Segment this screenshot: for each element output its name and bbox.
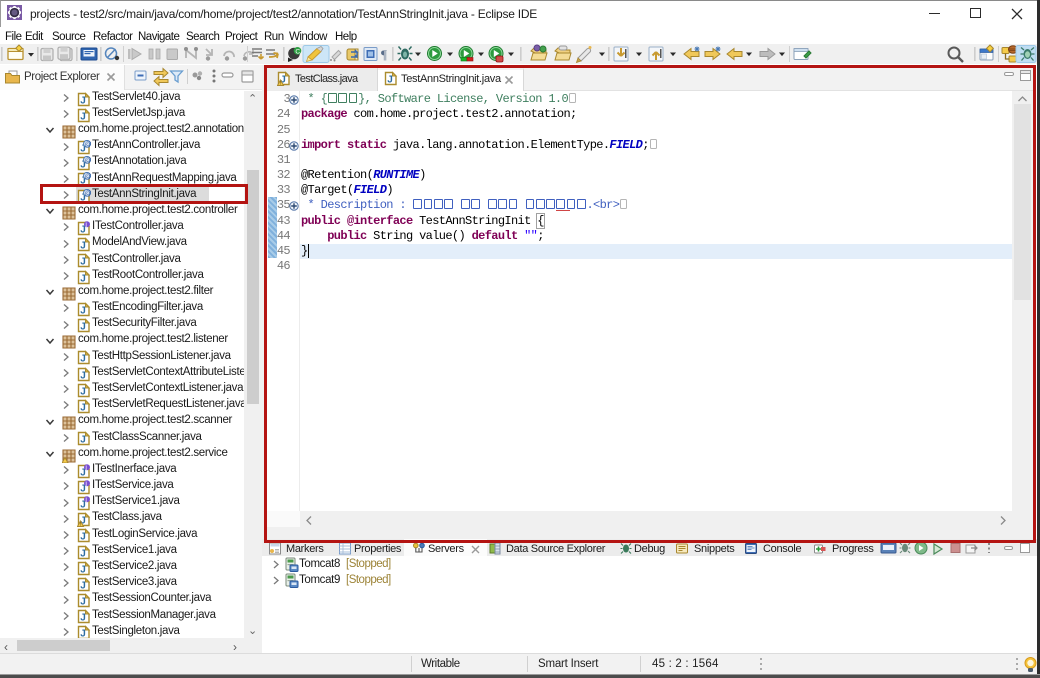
- svg-text:@: @: [85, 158, 91, 165]
- svg-text:@: @: [85, 142, 91, 149]
- svg-text:J: J: [80, 273, 86, 284]
- svg-text:J: J: [80, 564, 86, 575]
- svg-text:J: J: [80, 257, 86, 268]
- svg-text:J: J: [80, 386, 86, 397]
- svg-text:J: J: [80, 613, 86, 624]
- svg-text:I: I: [85, 222, 87, 229]
- svg-text:¶: ¶: [381, 47, 387, 62]
- svg-text:I: I: [85, 497, 87, 504]
- svg-text:J: J: [80, 322, 86, 333]
- svg-text:I: I: [85, 481, 87, 488]
- svg-text:J: J: [80, 548, 86, 559]
- svg-text:J: J: [80, 597, 86, 608]
- svg-text:I: I: [85, 464, 87, 471]
- svg-text:J: J: [80, 95, 86, 106]
- svg-text:J: J: [80, 370, 86, 381]
- svg-text:C: C: [295, 48, 300, 55]
- svg-text:J: J: [80, 402, 86, 413]
- svg-text:J: J: [80, 354, 86, 365]
- svg-text:@: @: [85, 174, 91, 181]
- svg-text:J: J: [80, 435, 86, 446]
- svg-text:J: J: [80, 532, 86, 543]
- svg-text:J: J: [80, 580, 86, 591]
- svg-text:J: J: [80, 305, 86, 316]
- svg-text:J: J: [80, 241, 86, 252]
- svg-text:J: J: [80, 111, 86, 122]
